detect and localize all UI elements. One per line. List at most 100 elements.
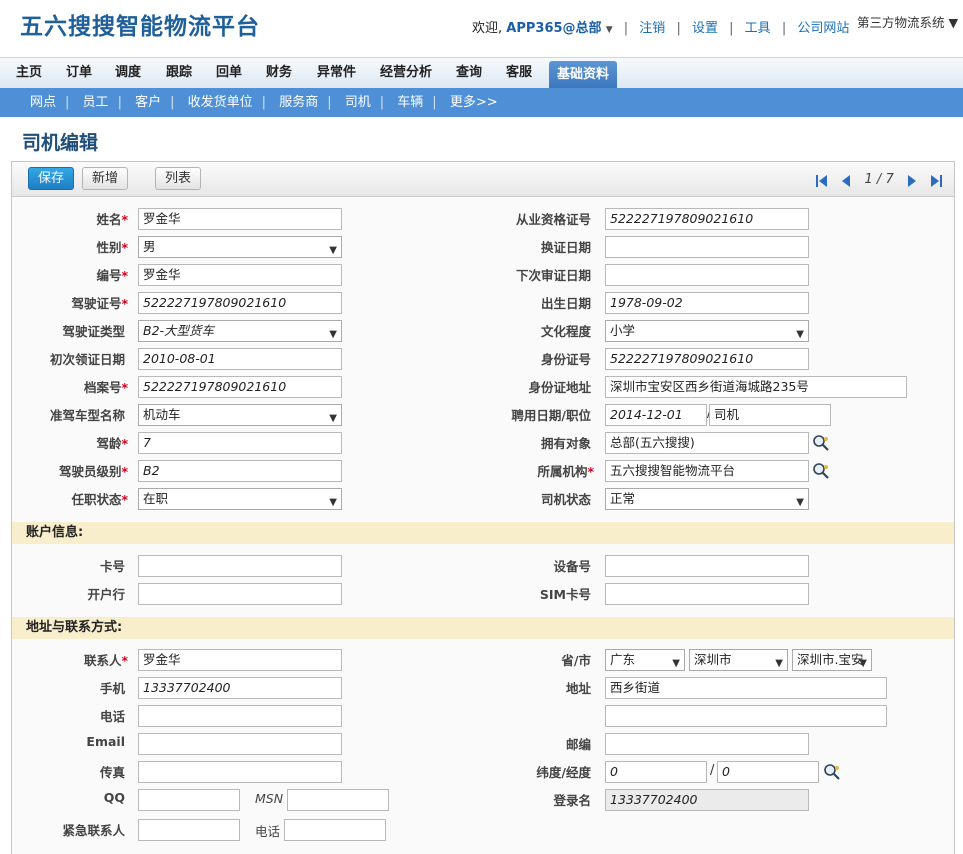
system-switcher[interactable]: 第三方物流系统 ▼	[857, 12, 958, 31]
address-input-2[interactable]	[605, 705, 887, 727]
driving-age-input[interactable]: 7	[138, 432, 342, 454]
chevron-down-icon: ▼	[672, 658, 680, 669]
hire-date-input[interactable]: 2014-12-01	[605, 404, 707, 426]
driver-status-select[interactable]: 正常 ▼	[605, 488, 809, 510]
msn-input[interactable]	[287, 789, 389, 811]
nav-home[interactable]: 主页	[16, 58, 42, 88]
save-button[interactable]: 保存	[28, 167, 75, 190]
address-input[interactable]: 西乡街道	[605, 677, 887, 699]
email-input[interactable]	[138, 733, 342, 755]
form-toolbar: 保存 新增 列表 1 / 7	[12, 162, 954, 197]
top-links: 欢迎, APP365@总部 ▼ | 注销 | 设置 | 工具 | 公司网站	[472, 21, 850, 36]
add-button[interactable]: 新增	[82, 167, 129, 190]
hire-position-input[interactable]: 司机	[709, 404, 831, 426]
fax-input[interactable]	[138, 761, 342, 783]
nav-tracking[interactable]: 跟踪	[166, 58, 192, 88]
qualification-input[interactable]: 522227197809021610	[605, 208, 809, 230]
emergency-input[interactable]	[138, 819, 240, 841]
subnav-providers[interactable]: 服务商	[279, 95, 318, 110]
gender-label: 性别*	[96, 240, 128, 255]
employment-status-select[interactable]: 在职 ▼	[138, 488, 342, 510]
file-no-input[interactable]: 522227197809021610	[138, 376, 342, 398]
license-no-label: 驾驶证号*	[71, 296, 128, 311]
emergency-phone-input[interactable]	[284, 819, 386, 841]
company-site-link[interactable]: 公司网站	[797, 21, 849, 36]
card-no-label: 卡号	[99, 559, 125, 574]
device-no-input[interactable]	[605, 555, 809, 577]
next-page-icon[interactable]	[906, 174, 918, 187]
org-input[interactable]: 五六搜搜智能物流平台	[605, 460, 809, 482]
nav-orders[interactable]: 订单	[66, 58, 92, 88]
qq-input[interactable]	[138, 789, 240, 811]
search-icon[interactable]	[823, 763, 841, 781]
first-page-icon[interactable]	[816, 174, 828, 187]
vehicle-model-select[interactable]: 机动车 ▼	[138, 404, 342, 426]
last-page-icon[interactable]	[930, 174, 942, 187]
subnav-more[interactable]: 更多>>	[450, 95, 498, 110]
education-select[interactable]: 小学 ▼	[605, 320, 809, 342]
id-address-input[interactable]: 深圳市宝安区西乡街道海城路235号	[605, 376, 907, 398]
longitude-input[interactable]: 0	[717, 761, 819, 783]
subnav-branches[interactable]: 网点	[30, 95, 56, 110]
nav-query[interactable]: 查询	[456, 58, 482, 88]
nav-receipts[interactable]: 回单	[216, 58, 242, 88]
license-no-input[interactable]: 522227197809021610	[138, 292, 342, 314]
birth-date-input[interactable]: 1978-09-02	[605, 292, 809, 314]
login-input: 13337702400	[605, 789, 809, 811]
next-review-input[interactable]	[605, 264, 809, 286]
sim-no-input[interactable]	[605, 583, 809, 605]
gender-select[interactable]: 男 ▼	[138, 236, 342, 258]
license-type-select[interactable]: B2-大型货车 ▼	[138, 320, 342, 342]
user-menu[interactable]: APP365@总部	[506, 21, 601, 36]
province-select[interactable]: 广东 ▼	[605, 649, 685, 671]
first-issue-input[interactable]: 2010-08-01	[138, 348, 342, 370]
nav-dispatch[interactable]: 调度	[115, 58, 141, 88]
prev-page-icon[interactable]	[840, 174, 852, 187]
nav-exceptions[interactable]: 异常件	[317, 58, 356, 88]
search-icon[interactable]	[812, 434, 830, 452]
subnav-drivers[interactable]: 司机	[345, 95, 371, 110]
org-label: 所属机构*	[537, 464, 594, 479]
latitude-input[interactable]: 0	[605, 761, 707, 783]
emergency-label: 紧急联系人	[62, 823, 125, 838]
subnav-staff[interactable]: 员工	[83, 95, 109, 110]
code-input[interactable]: 罗金华	[138, 264, 342, 286]
tools-link[interactable]: 工具	[745, 21, 771, 36]
nav-analysis[interactable]: 经营分析	[380, 58, 432, 88]
contact-person-input[interactable]: 罗金华	[138, 649, 342, 671]
logout-link[interactable]: 注销	[639, 21, 665, 36]
list-button[interactable]: 列表	[155, 167, 202, 190]
birth-date-label: 出生日期	[540, 296, 591, 311]
card-no-input[interactable]	[138, 555, 342, 577]
bank-input[interactable]	[138, 583, 342, 605]
contact-section-title: 地址与联系方式:	[12, 617, 954, 639]
renewal-date-input[interactable]	[605, 236, 809, 258]
chevron-down-icon[interactable]: ▼	[606, 25, 613, 35]
mobile-input[interactable]: 13337702400	[138, 677, 342, 699]
settings-link[interactable]: 设置	[692, 21, 718, 36]
driver-level-input[interactable]: B2	[138, 460, 342, 482]
nav-basic-data[interactable]: 基础资料	[549, 61, 618, 89]
id-no-input[interactable]: 522227197809021610	[605, 348, 809, 370]
city-select[interactable]: 深圳市 ▼	[689, 649, 788, 671]
search-icon[interactable]	[812, 462, 830, 480]
nav-service[interactable]: 客服	[506, 58, 532, 88]
education-label: 文化程度	[540, 324, 591, 339]
device-no-label: 设备号	[553, 559, 591, 574]
subnav-customers[interactable]: 客户	[135, 95, 161, 110]
subnav-vehicles[interactable]: 车辆	[397, 95, 423, 110]
subnav-units[interactable]: 收发货单位	[188, 95, 253, 110]
app-header: 五六搜搜智能物流平台 欢迎, APP365@总部 ▼ | 注销 | 设置 | 工…	[0, 0, 963, 57]
district-select[interactable]: 深圳市.宝安 ▼	[792, 649, 872, 671]
qq-label: QQ	[103, 790, 125, 805]
owner-input[interactable]: 总部(五六搜搜)	[605, 432, 809, 454]
nav-finance[interactable]: 财务	[266, 58, 292, 88]
postcode-input[interactable]	[605, 733, 809, 755]
sub-nav: 网点 | 员工 | 客户 | 收发货单位 | 服务商 | 司机 | 车辆 | 更多>>	[0, 88, 963, 117]
phone-input[interactable]	[138, 705, 342, 727]
name-input[interactable]: 罗金华	[138, 208, 342, 230]
first-issue-label: 初次领证日期	[49, 352, 125, 367]
address-label: 地址	[565, 681, 591, 696]
app-logo[interactable]: 五六搜搜智能物流平台	[20, 7, 260, 41]
page-indicator: 1 / 7	[864, 172, 894, 187]
